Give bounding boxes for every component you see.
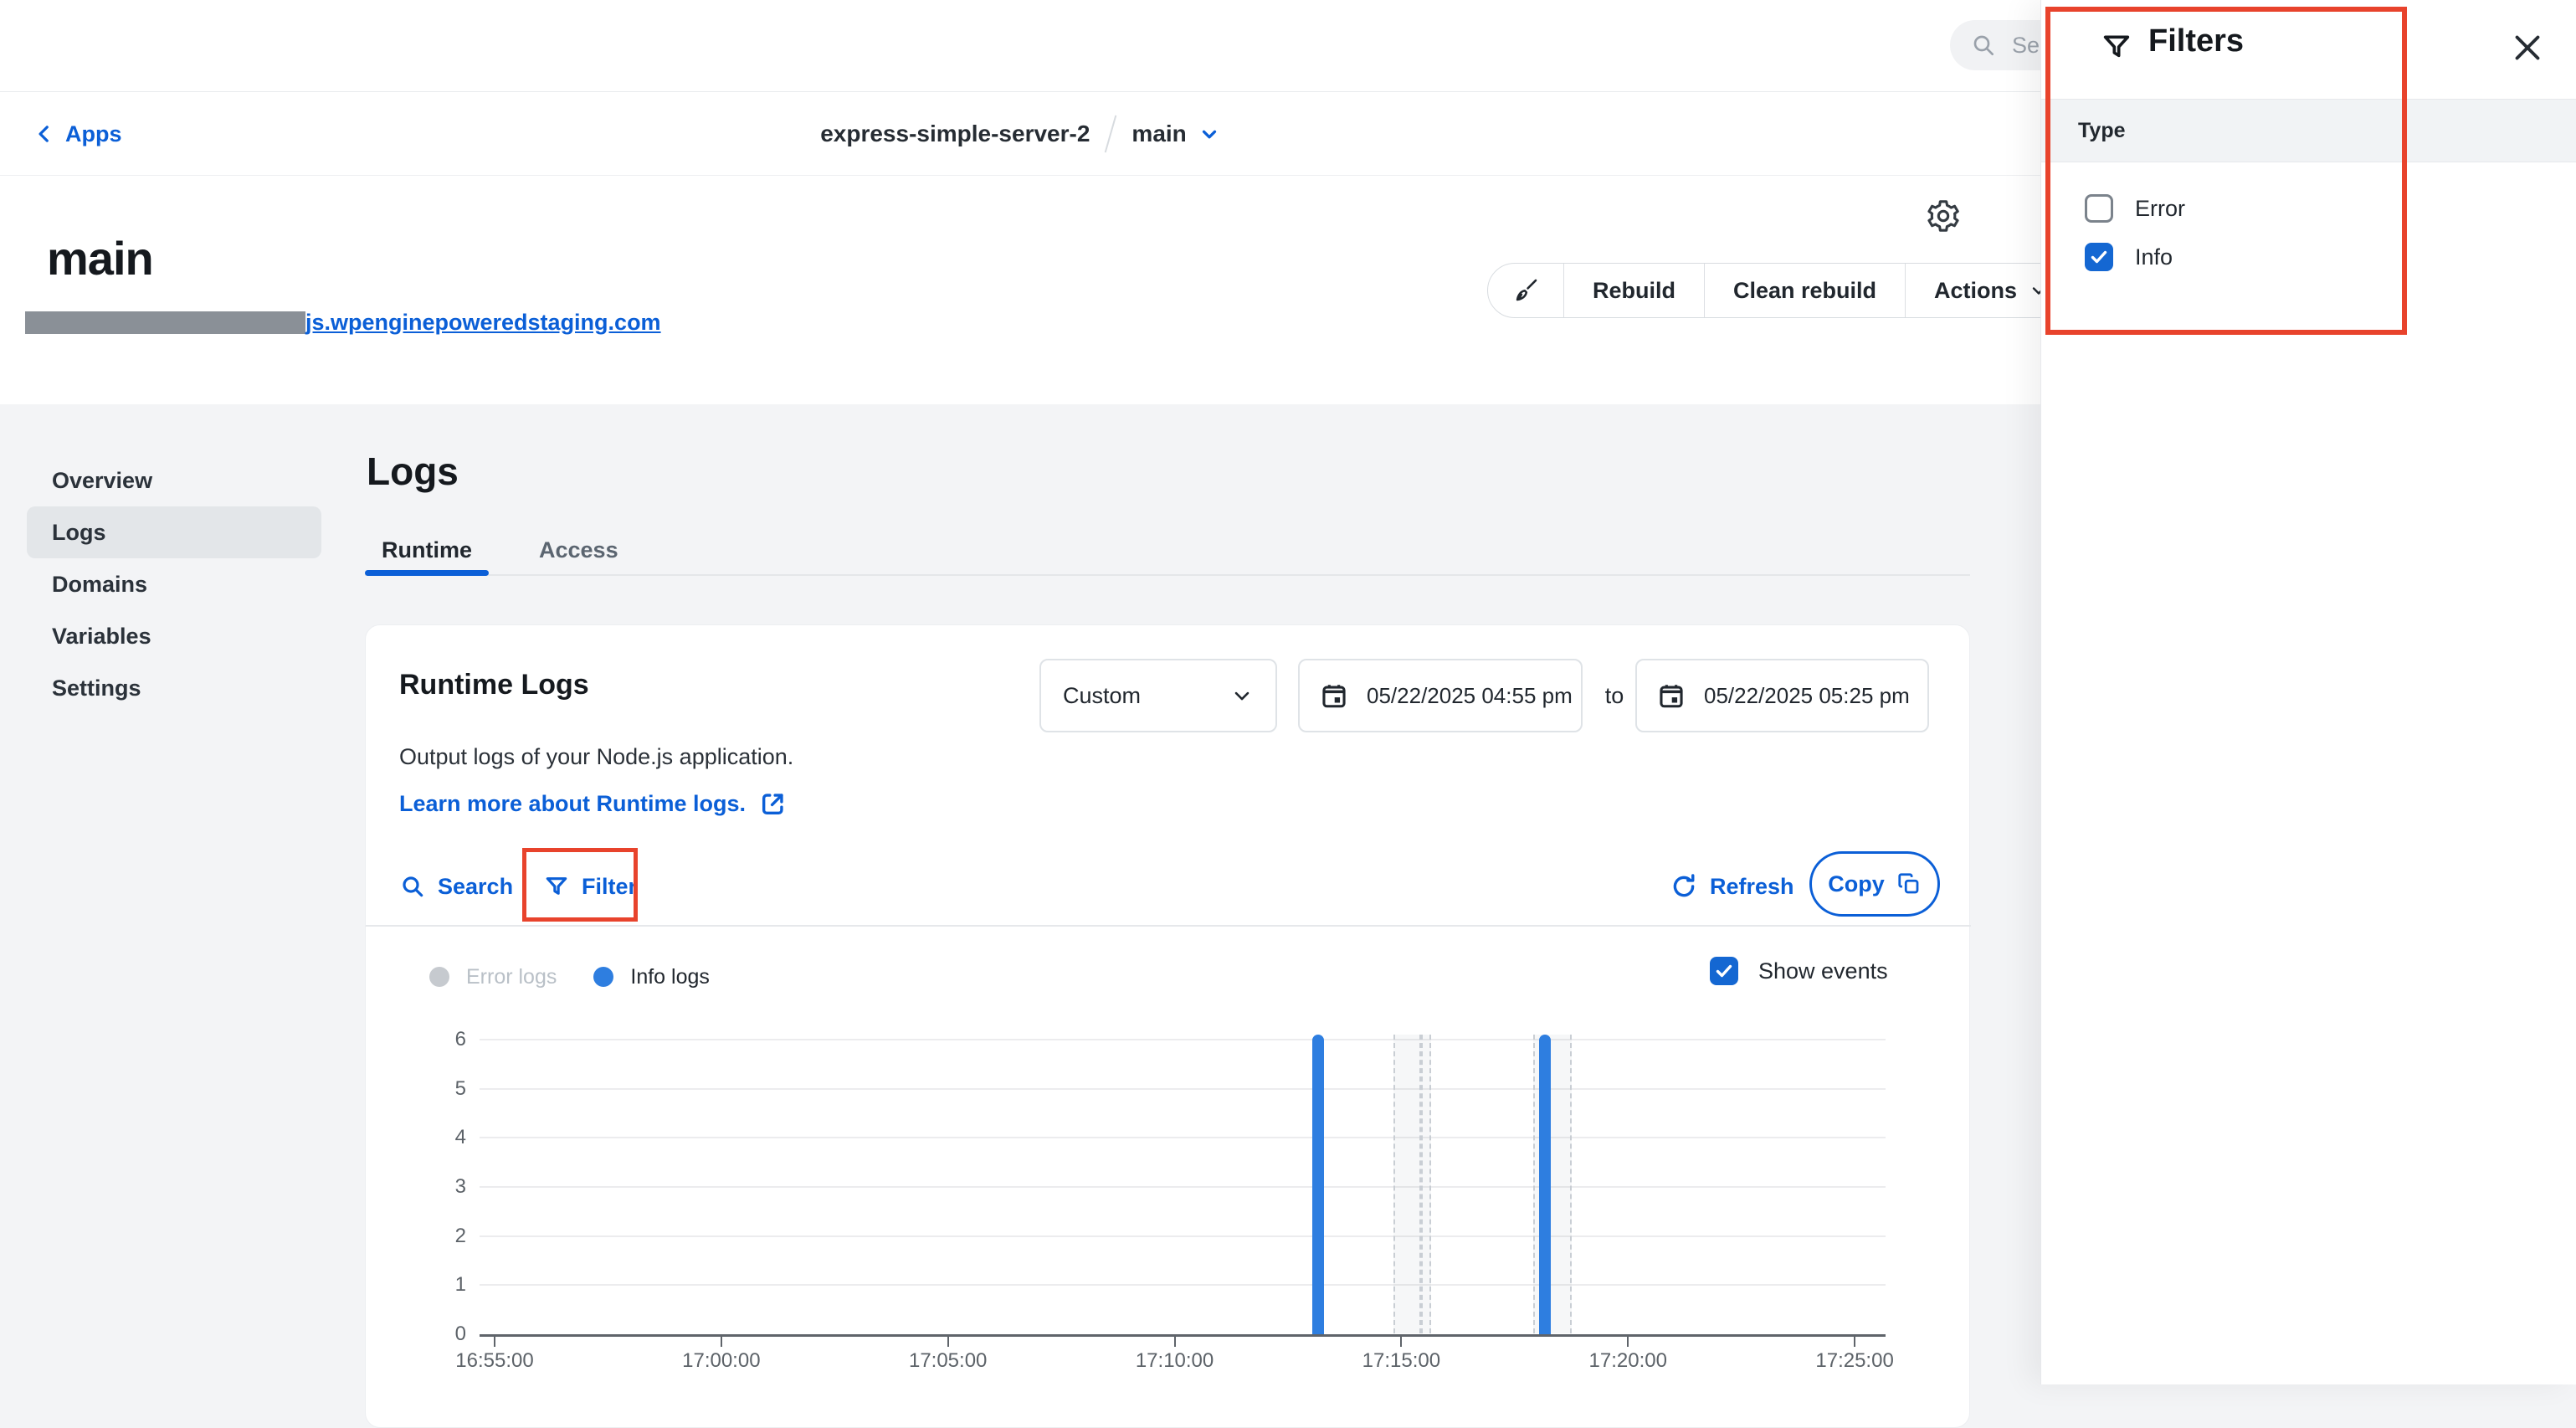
date-from-value: 05/22/2025 04:55 pm [1367, 683, 1573, 709]
copy-logs-button[interactable]: Copy [1809, 851, 1940, 917]
runtime-logs-description: Output logs of your Node.js application. [399, 744, 793, 770]
broom-icon [1511, 276, 1540, 305]
runtime-logs-card: Runtime Logs Custom 05/22/2025 04:55 pm … [365, 624, 1970, 1428]
redacted-url-segment [25, 311, 305, 334]
rebuild-button[interactable]: Rebuild [1563, 264, 1704, 317]
log-search-button[interactable]: Search [399, 846, 513, 927]
gear-icon [1925, 198, 1965, 234]
breadcrumb-divider [1105, 116, 1117, 153]
chevron-down-icon [1198, 123, 1220, 145]
filters-panel-header: Filters [2041, 0, 2576, 99]
date-to-value: 05/22/2025 05:25 pm [1704, 683, 1910, 709]
calendar-icon [1657, 681, 1686, 710]
environment-url-link[interactable]: js.wpenginepoweredstaging.com [305, 310, 661, 336]
refresh-button[interactable]: Refresh [1670, 846, 1794, 927]
search-icon [399, 873, 426, 900]
environment-actions-group: Rebuild Clean rebuild Actions [1487, 263, 2078, 318]
error-logs-legend-item[interactable]: Error logs [466, 965, 557, 989]
filters-section-type: Type [2041, 99, 2576, 162]
filters-section-label: Type [2078, 119, 2126, 143]
sidebar-item-settings[interactable]: Settings [27, 662, 321, 714]
refresh-icon [1670, 872, 1698, 901]
info-option-label: Info [2135, 244, 2173, 270]
sidebar-item-domains[interactable]: Domains [27, 558, 321, 610]
chevron-down-icon [1230, 684, 1254, 707]
error-checkbox[interactable] [2085, 194, 2113, 223]
date-from-field[interactable]: 05/22/2025 04:55 pm [1298, 659, 1583, 732]
funnel-icon [2100, 30, 2133, 64]
info-checkbox[interactable] [2085, 243, 2113, 271]
info-logs-legend-item[interactable]: Info logs [630, 965, 710, 989]
runtime-logs-title: Runtime Logs [399, 669, 589, 701]
search-icon [1970, 32, 1997, 59]
clean-rebuild-button[interactable]: Clean rebuild [1704, 264, 1905, 317]
breadcrumb-app-name: express-simple-server-2 [820, 121, 1090, 147]
refresh-label: Refresh [1710, 874, 1794, 900]
info-logs-legend-dot [593, 967, 613, 987]
show-events-toggle[interactable]: Show events [1710, 957, 1888, 985]
log-filter-button[interactable]: Filter [543, 846, 637, 927]
time-range-value: Custom [1063, 683, 1141, 709]
tab-runtime[interactable]: Runtime [365, 526, 489, 574]
tab-access[interactable]: Access [522, 526, 635, 574]
logs-toolbar: Search Filter Refresh [366, 846, 1971, 927]
info-log-bar[interactable] [1312, 1035, 1324, 1334]
branch-selector[interactable]: main [1131, 121, 1219, 147]
log-search-label: Search [438, 874, 513, 900]
page-title: main [47, 231, 153, 285]
error-option-label: Error [2135, 196, 2185, 222]
close-icon[interactable] [2508, 28, 2547, 67]
copy-icon [1896, 871, 1922, 896]
log-filter-label: Filter [582, 874, 637, 900]
sidebar-item-logs[interactable]: Logs [27, 506, 321, 558]
settings-gear-button[interactable] [1925, 198, 1965, 238]
learn-more-link[interactable]: Learn more about Runtime logs. [399, 789, 788, 818]
show-events-label: Show events [1758, 958, 1888, 984]
learn-more-label: Learn more about Runtime logs. [399, 791, 746, 817]
external-link-icon [759, 789, 788, 818]
show-events-checkbox[interactable] [1710, 957, 1738, 985]
filter-option-info[interactable]: Info [2085, 243, 2173, 271]
sidebar-item-overview[interactable]: Overview [27, 455, 321, 506]
time-range-select[interactable]: Custom [1039, 659, 1277, 732]
filters-panel-title: Filters [2148, 23, 2244, 59]
environment-url-row: js.wpenginepoweredstaging.com [25, 308, 661, 336]
clean-cache-button[interactable] [1488, 264, 1563, 317]
logs-page-title: Logs [367, 449, 459, 494]
calendar-icon [1320, 681, 1348, 710]
logs-tabs: Runtime Access [365, 526, 1970, 576]
actions-menu-label: Actions [1934, 278, 2017, 304]
date-range-to-label: to [1589, 659, 1640, 732]
sidebar-item-variables[interactable]: Variables [27, 610, 321, 662]
environment-sidebar: Overview Logs Domains Variables Settings [27, 455, 321, 714]
chart-legend: Error logs Info logs [429, 960, 710, 994]
filter-option-error[interactable]: Error [2085, 194, 2185, 223]
filters-panel: Filters Type Error Info [2040, 0, 2576, 1384]
error-logs-legend-dot [429, 967, 449, 987]
app-root: main js.wpenginepoweredstaging.com Rebui… [0, 0, 2576, 1384]
funnel-icon [543, 873, 570, 900]
copy-label: Copy [1828, 871, 1885, 897]
info-log-bar[interactable] [1539, 1035, 1551, 1334]
breadcrumb: express-simple-server-2 main [0, 92, 2040, 176]
date-to-field[interactable]: 05/22/2025 05:25 pm [1635, 659, 1929, 732]
branch-name: main [1131, 121, 1186, 147]
